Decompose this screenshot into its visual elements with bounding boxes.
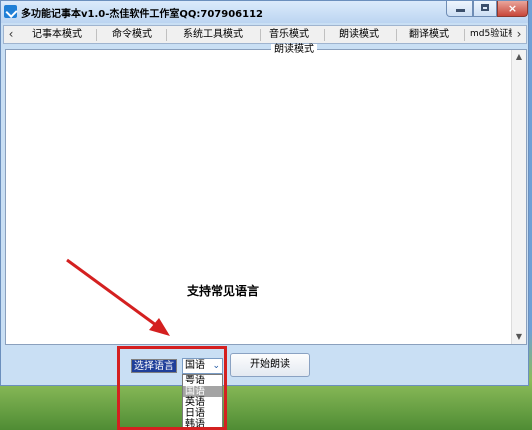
- annotation-text: 支持常见语言: [187, 284, 260, 298]
- close-button[interactable]: ×: [497, 1, 528, 17]
- maximize-button[interactable]: [473, 1, 497, 17]
- scroll-down-icon[interactable]: ▼: [512, 330, 526, 344]
- mode-tab-strip: ‹ 记事本模式 命令模式 系统工具模式 音乐模式 朗读模式 翻译模式 md5验证…: [3, 25, 527, 44]
- tab-separator: [464, 29, 465, 41]
- minimize-icon: [456, 9, 465, 12]
- tab-scroll-right-icon[interactable]: ›: [512, 26, 526, 43]
- window-title: 多功能记事本v1.0-杰佳软件工作室QQ:707906112: [21, 9, 264, 20]
- app-window: 多功能记事本v1.0-杰佳软件工作室QQ:707906112 × ‹ 记事本模式…: [0, 0, 529, 386]
- text-editor-area[interactable]: ▲ ▼: [5, 49, 527, 345]
- tab-read-aloud[interactable]: 朗读模式: [329, 26, 389, 43]
- tab-scroll-left-icon[interactable]: ‹: [4, 26, 18, 43]
- tab-md5[interactable]: md5验证模: [470, 26, 512, 43]
- group-label: 朗读模式: [271, 44, 317, 55]
- tab-notepad[interactable]: 记事本模式: [22, 26, 92, 43]
- tab-translate[interactable]: 翻译模式: [402, 26, 456, 43]
- start-reading-button[interactable]: 开始朗读: [230, 353, 310, 377]
- tab-separator: [260, 29, 261, 41]
- tab-separator: [396, 29, 397, 41]
- title-bar: 多功能记事本v1.0-杰佳软件工作室QQ:707906112 ×: [1, 1, 528, 23]
- tab-separator: [166, 29, 167, 41]
- tab-system-tools[interactable]: 系统工具模式: [170, 26, 256, 43]
- close-icon: ×: [507, 2, 518, 15]
- tab-separator: [324, 29, 325, 41]
- annotation-highlight-box: [117, 346, 227, 430]
- vertical-scrollbar[interactable]: ▲ ▼: [511, 50, 526, 344]
- scroll-up-icon[interactable]: ▲: [512, 50, 526, 64]
- minimize-button[interactable]: [446, 1, 473, 17]
- tab-command[interactable]: 命令模式: [102, 26, 162, 43]
- tab-separator: [96, 29, 97, 41]
- tab-music[interactable]: 音乐模式: [264, 26, 314, 43]
- app-icon: [4, 5, 17, 18]
- maximize-icon: [481, 4, 489, 11]
